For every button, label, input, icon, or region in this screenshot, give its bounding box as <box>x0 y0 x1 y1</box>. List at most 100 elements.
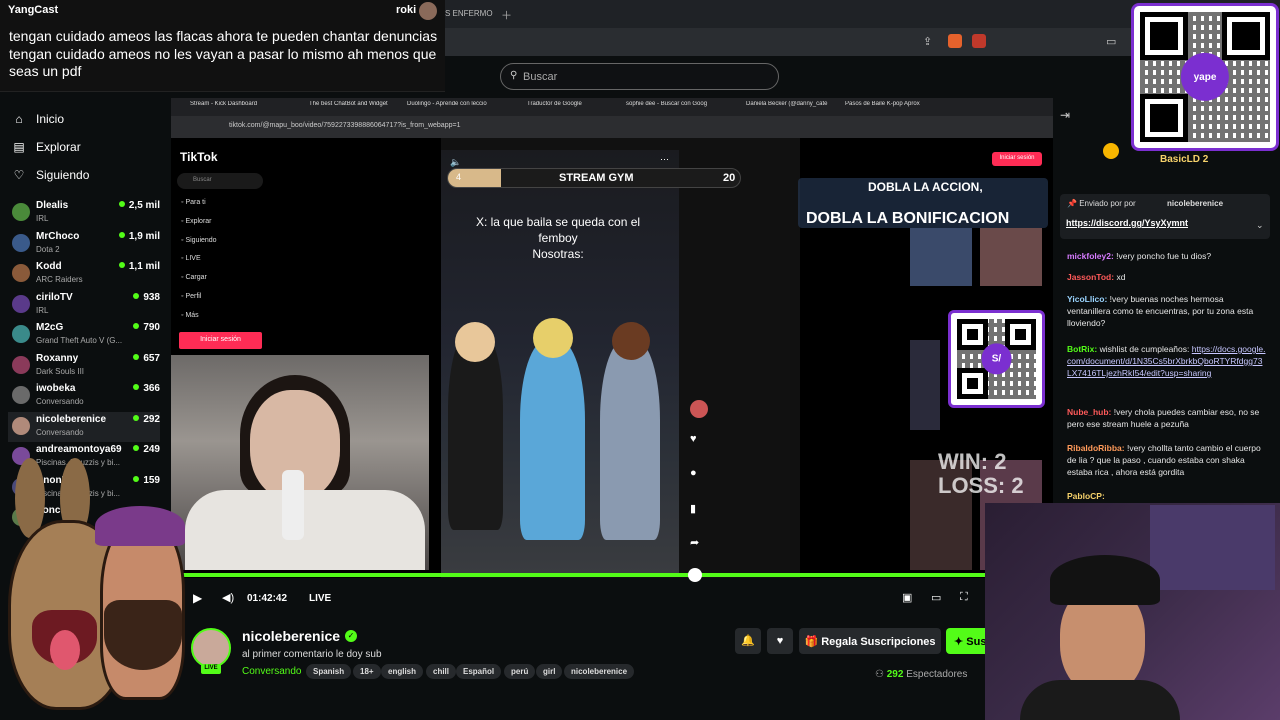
search-input[interactable]: ⚲ Buscar <box>500 63 779 90</box>
chat-username[interactable]: YicoLlico: <box>1067 294 1107 304</box>
nav-following[interactable]: ♡ Siguiendo <box>12 168 90 182</box>
dancer-hair <box>533 318 573 358</box>
chat-username[interactable]: Nube_hub: <box>1067 407 1111 417</box>
tiktok-nav-item[interactable]: ◦ Perfil <box>181 293 201 300</box>
stream-tag[interactable]: chill <box>426 664 457 679</box>
stream-tag[interactable]: english <box>381 664 424 679</box>
channel-name: iwobeka <box>36 383 76 394</box>
sidebar-channel[interactable]: iwobeka Conversando 366 <box>8 381 160 411</box>
channel-avatar[interactable] <box>191 628 231 668</box>
volume-icon[interactable]: ◀) <box>222 591 234 604</box>
notification-bell-button[interactable]: 🔔 <box>735 628 761 654</box>
brave-icon[interactable] <box>948 34 962 48</box>
thumbnail[interactable] <box>910 228 972 286</box>
stream-category[interactable]: Conversando <box>242 666 301 677</box>
chat-username[interactable]: BotRix: <box>1067 344 1097 354</box>
chevron-down-icon[interactable]: ⌄ <box>1256 220 1264 231</box>
stream-gym-goal: 20 <box>723 172 736 184</box>
stream-tag[interactable]: nicoleberenice <box>564 664 635 679</box>
webcam-cup <box>282 470 304 540</box>
sidebar-channel[interactable]: M2cG Grand Theft Auto V (G... 790 <box>8 320 160 350</box>
pinned-link[interactable]: https://discord.gg/YsyXymnt <box>1066 218 1188 228</box>
progress-handle[interactable] <box>688 568 702 582</box>
captured-tab[interactable]: The best ChatBot and Widget <box>309 101 401 114</box>
play-icon[interactable]: ▶ <box>193 591 202 605</box>
sidebar-channel[interactable]: cirilоTV IRL 938 <box>8 290 160 320</box>
channel-avatar <box>12 325 30 343</box>
stream-title: al primer comentario le doy sub <box>242 649 382 660</box>
yape-logo-icon: S/ <box>981 343 1012 375</box>
browser-toolbar <box>445 28 1135 56</box>
channel-name[interactable]: nicoleberenice <box>242 628 340 644</box>
fullscreen-icon[interactable]: ⛶ <box>960 591 968 604</box>
chat-username[interactable]: JassonTod: <box>1067 272 1114 282</box>
chat-text: !very poncho fue tu dios? <box>1113 251 1212 261</box>
tiktok-login-top-button[interactable]: Iniciar sesión <box>992 152 1042 166</box>
extension-icon[interactable] <box>972 34 986 48</box>
chat-username[interactable]: PabloCP: <box>1067 491 1105 501</box>
like-icon[interactable]: ♥ <box>690 433 697 445</box>
tiktok-nav-item[interactable]: ◦ Cargar <box>181 274 207 281</box>
mascot-beard <box>104 600 182 670</box>
sidebar-channel[interactable]: Kodd ARC Raiders 1,1 mil <box>8 259 160 289</box>
tiktok-nav-item[interactable]: ◦ LIVE <box>181 255 201 262</box>
stream-tag[interactable]: Spanish <box>306 664 352 679</box>
share-icon[interactable]: ⇪ <box>923 35 932 48</box>
tiktok-nav-label: Más <box>185 311 199 319</box>
pip-icon[interactable]: ▣ <box>902 591 912 604</box>
sidebar-channel[interactable]: Dlealis IRL 2,5 mil <box>8 198 160 228</box>
more-icon[interactable]: ⋯ <box>660 154 669 165</box>
channel-category: Dota 2 <box>36 244 60 254</box>
nav-explore[interactable]: ▤ Explorar <box>12 140 80 154</box>
overlay-title: YangCast <box>8 4 59 16</box>
playback-time: 01:42:42 <box>247 593 288 604</box>
browser-tab[interactable]: S ENFERMO <box>445 5 495 23</box>
follow-button[interactable]: ♥ <box>767 628 793 654</box>
captured-tab[interactable]: Pasos de Baile K-pop Aprox <box>845 101 937 114</box>
tiktok-nav-item[interactable]: ◦ Más <box>181 312 199 319</box>
tiktok-logo[interactable]: TikTok <box>180 150 218 164</box>
tiktok-login-button[interactable]: Iniciar sesión <box>179 332 262 349</box>
captured-tab[interactable]: Daniela Becker (@danny_cate <box>746 101 838 114</box>
gift-icon: 🎁 <box>804 636 822 648</box>
yape-qr-code-large: yape <box>1131 3 1279 151</box>
thumbnail[interactable] <box>910 340 940 430</box>
captured-tab[interactable]: Traductor de Google <box>527 101 619 114</box>
playback-progress[interactable] <box>177 573 987 577</box>
captured-tab[interactable]: Stream - Kick Dashboard <box>190 101 282 114</box>
tiktok-search-input[interactable]: Buscar <box>177 173 263 189</box>
bookmark-icon[interactable]: ▮ <box>690 502 696 515</box>
volume-icon[interactable]: 🔈 <box>450 157 461 168</box>
tiktok-nav-item[interactable]: ◦ Siguiendo <box>181 237 217 244</box>
stream-tag[interactable]: girl <box>536 664 563 679</box>
chat-message: mickfoley2: !very poncho fue tu dios? <box>1067 250 1267 262</box>
sidebar-channel[interactable]: MrChoco Dota 2 1,9 mil <box>8 229 160 259</box>
captured-tab[interactable]: Duolingo - Aprende con leccio <box>407 101 499 114</box>
stream-tag[interactable]: Español <box>456 664 502 679</box>
captured-url[interactable]: tiktok.com/@mapu_boo/video/7592273398886… <box>229 122 460 129</box>
channel-name: andreamontoya69 <box>36 444 122 455</box>
sidebar-channel[interactable]: nicoleberenice Conversando 292 <box>8 411 160 442</box>
window-icon[interactable]: ▭ <box>1106 35 1116 48</box>
chat-username[interactable]: mickfoley2: <box>1067 251 1114 261</box>
channel-category: IRL <box>36 214 49 223</box>
thumbnail[interactable] <box>980 228 1042 286</box>
chat-username[interactable]: RibaldoRibba: <box>1067 443 1125 453</box>
stream-tag[interactable]: 18+ <box>353 664 381 679</box>
nav-home[interactable]: ⌂ Inicio <box>12 112 64 126</box>
stream-tag[interactable]: perú <box>504 664 536 679</box>
tiktok-nav-item[interactable]: ◦ Explorar <box>181 218 212 225</box>
collapse-icon[interactable]: ⇥ <box>1060 108 1070 122</box>
share-icon[interactable]: ➦ <box>690 536 699 549</box>
sidebar-channel[interactable]: Roxanny Dark Souls III 657 <box>8 351 160 381</box>
tiktok-nav-label: LIVE <box>185 255 201 263</box>
theater-icon[interactable]: ▭ <box>931 591 941 604</box>
tiktok-nav-item[interactable]: ◦ Para ti <box>181 199 206 206</box>
creator-avatar[interactable] <box>690 400 708 418</box>
dancer-figure <box>600 340 660 540</box>
captured-tab[interactable]: sophie dee - Buscar con Goog <box>626 101 718 114</box>
channel-name: Dlealis <box>36 200 69 211</box>
comment-icon[interactable]: ● <box>690 467 697 479</box>
gift-subs-button[interactable]: 🎁 Regala Suscripciones <box>799 628 941 654</box>
new-tab-icon[interactable]: ＋ <box>501 7 512 23</box>
